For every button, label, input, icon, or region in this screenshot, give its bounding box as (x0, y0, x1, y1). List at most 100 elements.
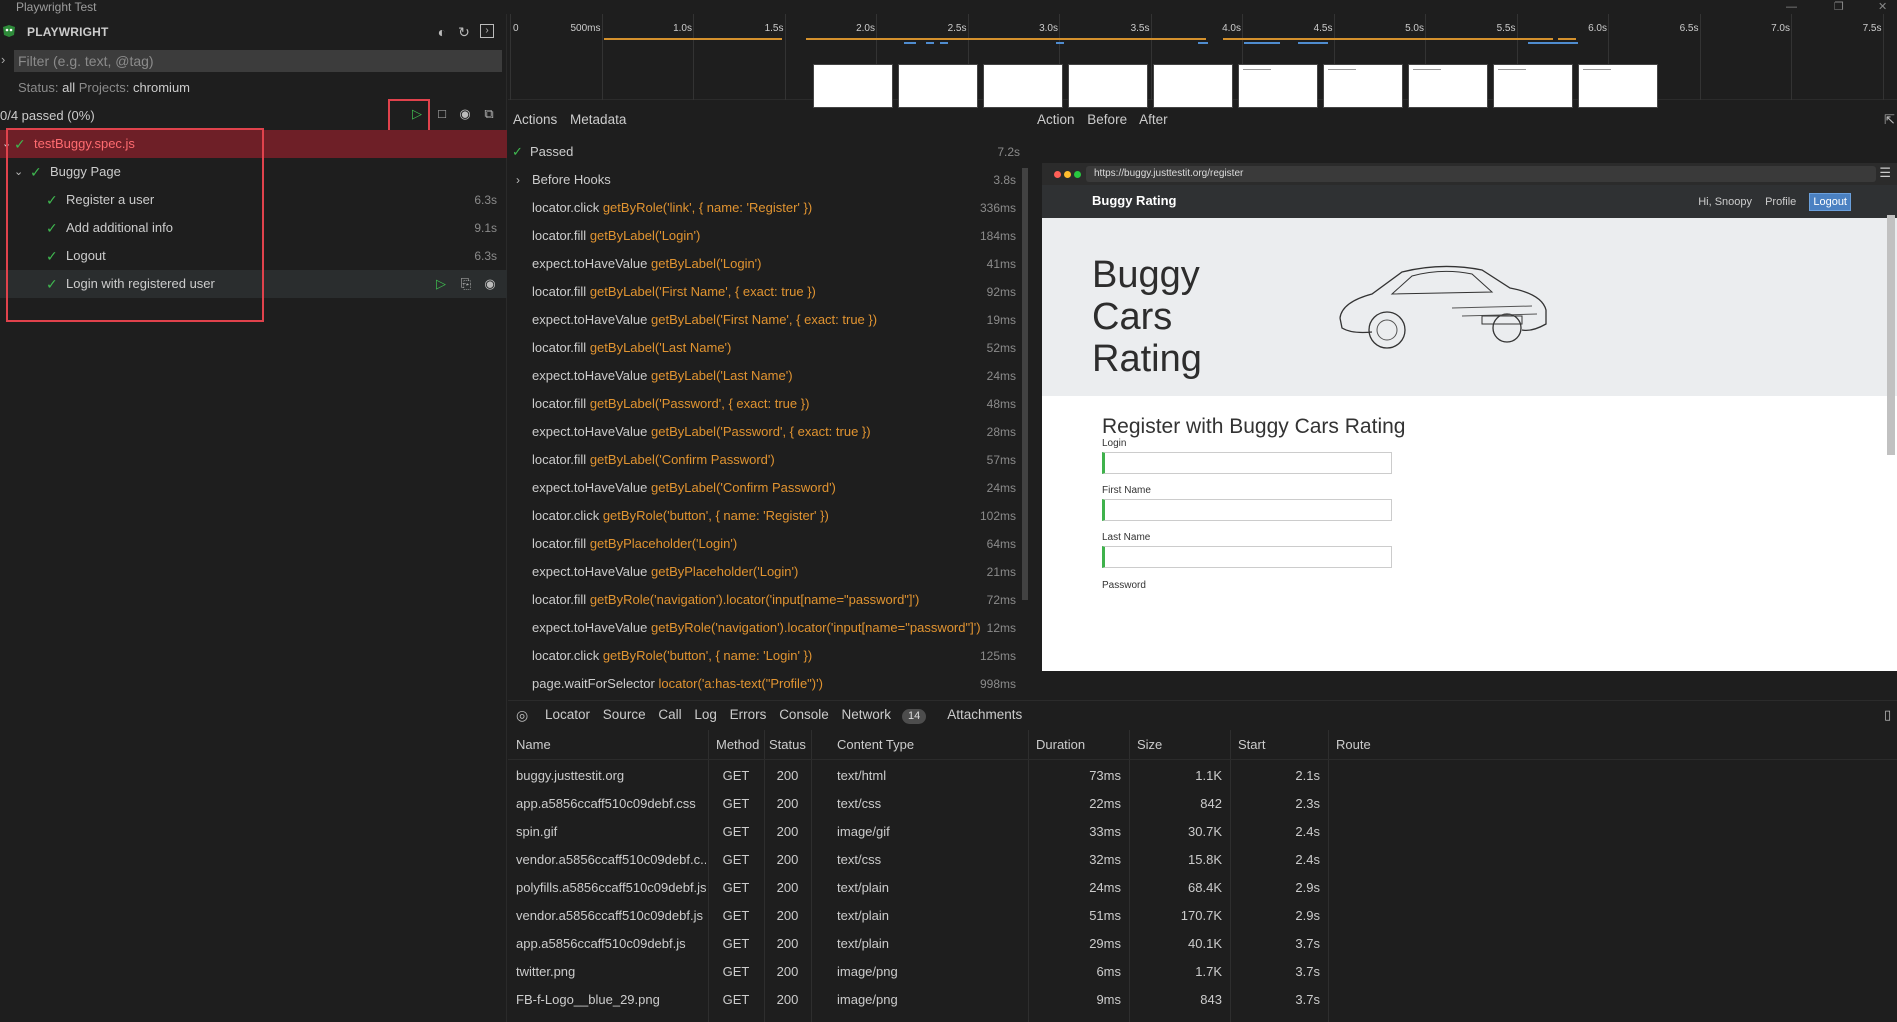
pick-locator-icon[interactable]: ◎ (516, 707, 528, 724)
filmstrip-frame[interactable] (1578, 64, 1658, 108)
actions-scrollbar[interactable] (1022, 168, 1028, 600)
reload-icon[interactable]: ↻ (456, 24, 472, 40)
action-item[interactable]: expect.toHaveValue getByLabel('Last Name… (508, 362, 1028, 390)
filmstrip-frame[interactable] (898, 64, 978, 108)
tab-call[interactable]: Call (658, 707, 681, 722)
column-header[interactable]: Method (716, 730, 759, 760)
timeline[interactable]: 0 500ms 1.0s 1.5s 2.0s 2.5s 3.0s 3.5s 4.0s 4.5s 5.… (508, 14, 1897, 108)
action-item[interactable]: expect.toHaveValue getByRole('navigation… (508, 614, 1028, 642)
column-header[interactable]: Start (1238, 730, 1265, 760)
tab-log[interactable]: Log (694, 707, 717, 722)
tree-item-label: Add additional info (66, 220, 173, 235)
snapshot-scrollbar[interactable] (1887, 215, 1895, 455)
tab-before[interactable]: Before (1087, 112, 1127, 127)
chevron-right-icon[interactable]: › (516, 166, 520, 194)
watch-test-icon[interactable]: ◉ (481, 275, 499, 293)
actions-list: ✓ Passed 7.2s › Before Hooks 3.8s locator.c… (508, 135, 1028, 695)
toggle-output-icon[interactable]: › (480, 24, 494, 38)
action-selector: getByRole('link', { name: 'Register' }) (602, 200, 813, 215)
filmstrip-frame[interactable] (983, 64, 1063, 108)
network-row[interactable]: buggy.justtestit.org GET 200 text/html 73ms 1… (508, 762, 1897, 790)
action-group-before-hooks[interactable]: › Before Hooks 3.8s (508, 166, 1028, 194)
column-header[interactable]: Size (1137, 730, 1162, 760)
filmstrip-frame[interactable] (1153, 64, 1233, 108)
tab-errors[interactable]: Errors (730, 707, 767, 722)
toggle-sidebar-icon[interactable]: ▯ (1884, 707, 1891, 723)
tab-metadata[interactable]: Metadata (570, 112, 626, 127)
action-method: page.waitForSelector (532, 676, 655, 691)
action-item[interactable]: expect.toHaveValue getByLabel('First Nam… (508, 306, 1028, 334)
action-duration: 41ms (986, 257, 1016, 271)
tab-actions[interactable]: Actions (513, 112, 557, 127)
column-header[interactable]: Duration (1036, 730, 1085, 760)
open-new-window-icon[interactable]: ⇱ (1884, 112, 1895, 128)
chevron-down-icon[interactable]: ⌄ (14, 158, 23, 186)
action-item[interactable]: locator.fill getByPlaceholder('Login') 64… (508, 530, 1028, 558)
watch-all-icon[interactable]: ◉ (456, 105, 474, 123)
action-item[interactable]: locator.fill getByLabel('Password', { ex… (508, 390, 1028, 418)
tree-item-describe[interactable]: ⌄ ✓ Buggy Page (0, 158, 507, 186)
column-header[interactable]: Route (1336, 730, 1371, 760)
action-item[interactable]: locator.fill getByLabel('Login') 184ms (508, 222, 1028, 250)
action-item[interactable]: locator.click getByRole('button', { name… (508, 642, 1028, 670)
tab-network[interactable]: Network 14 (841, 707, 935, 724)
chevron-right-icon[interactable]: › (1, 52, 5, 67)
chevron-down-icon[interactable]: ⌄ (2, 130, 11, 158)
column-header[interactable]: Name (516, 730, 551, 760)
filmstrip-frame[interactable] (1323, 64, 1403, 108)
action-item[interactable]: locator.fill getByLabel('First Name', { … (508, 278, 1028, 306)
tree-item-test[interactable]: ✓ Logout 6.3s (0, 242, 507, 270)
network-row[interactable]: app.a5856ccaff510c09debf.css GET 200 text/c… (508, 790, 1897, 818)
action-item[interactable]: locator.fill getByLabel('Confirm Passwor… (508, 446, 1028, 474)
timeline-tick: 1.5s (765, 14, 786, 100)
request-start: 2.1s (1295, 768, 1320, 783)
network-row[interactable]: FB-f-Logo__blue_29.png GET 200 image/png 9ms… (508, 986, 1897, 1014)
action-label: expect.toHaveValue getByLabel('Confirm P… (532, 474, 836, 502)
tab-source[interactable]: Source (603, 707, 646, 722)
tab-locator[interactable]: Locator (545, 707, 590, 722)
tree-item-test[interactable]: ✓ Register a user 6.3s (0, 186, 507, 214)
action-item[interactable]: locator.fill getByRole('navigation').loc… (508, 586, 1028, 614)
theme-toggle-icon[interactable]: ◐ (434, 24, 450, 40)
column-header[interactable]: Content Type (837, 730, 914, 760)
filmstrip-frame[interactable] (813, 64, 893, 108)
maximize-dot-icon (1074, 171, 1081, 178)
filmstrip-frame[interactable] (1068, 64, 1148, 108)
filmstrip-frame[interactable] (1238, 64, 1318, 108)
run-test-icon[interactable]: ▷ (432, 275, 450, 293)
projects-filter[interactable]: chromium (133, 80, 190, 95)
action-item[interactable]: expect.toHaveValue getByLabel('Confirm P… (508, 474, 1028, 502)
tree-item-test[interactable]: ✓ Login with registered user ▷ ⎘ ◉ (0, 270, 507, 298)
stop-icon[interactable]: □ (433, 105, 451, 123)
minimize-icon[interactable]: — (1786, 0, 1797, 14)
action-item[interactable]: locator.fill getByLabel('Last Name') 52ms (508, 334, 1028, 362)
column-header[interactable]: Status (769, 730, 806, 760)
action-item[interactable]: locator.click getByRole('button', { name… (508, 502, 1028, 530)
run-all-icon[interactable]: ▷ (408, 105, 426, 123)
collapse-all-icon[interactable]: ⧉ (480, 105, 498, 123)
tree-item-spec-file[interactable]: ⌄ ✓ testBuggy.spec.js (0, 130, 507, 158)
action-item[interactable]: locator.click getByRole('link', { name: … (508, 194, 1028, 222)
action-item[interactable]: expect.toHaveValue getByPlaceholder('Log… (508, 558, 1028, 586)
network-row[interactable]: polyfills.a5856ccaff510c09debf.js GET 200 t… (508, 874, 1897, 902)
network-row[interactable]: spin.gif GET 200 image/gif 33ms 30.7K 2.4s (508, 818, 1897, 846)
action-item[interactable]: expect.toHaveValue getByLabel('Login') 41… (508, 250, 1028, 278)
tab-attachments[interactable]: Attachments (947, 707, 1022, 722)
network-row[interactable]: app.a5856ccaff510c09debf.js GET 200 text/pl… (508, 930, 1897, 958)
tree-item-test[interactable]: ✓ Add additional info 9.1s (0, 214, 507, 242)
tab-action[interactable]: Action (1037, 112, 1075, 127)
network-row[interactable]: twitter.png GET 200 image/png 6ms 1.7K 3.7s (508, 958, 1897, 986)
filmstrip-frame[interactable] (1493, 64, 1573, 108)
action-item[interactable]: page.waitForSelector locator('a:has-text… (508, 670, 1028, 698)
tab-after[interactable]: After (1139, 112, 1168, 127)
status-filter[interactable]: all (62, 80, 75, 95)
filter-input[interactable] (14, 50, 502, 72)
close-icon[interactable]: ✕ (1878, 0, 1887, 14)
tab-console[interactable]: Console (779, 707, 829, 722)
restore-icon[interactable]: ❐ (1834, 0, 1844, 14)
open-source-icon[interactable]: ⎘ (457, 275, 475, 293)
network-row[interactable]: vendor.a5856ccaff510c09debf.c... GET 200 te… (508, 846, 1897, 874)
filmstrip-frame[interactable] (1408, 64, 1488, 108)
action-item[interactable]: expect.toHaveValue getByLabel('Password'… (508, 418, 1028, 446)
network-row[interactable]: vendor.a5856ccaff510c09debf.js GET 200 text… (508, 902, 1897, 930)
